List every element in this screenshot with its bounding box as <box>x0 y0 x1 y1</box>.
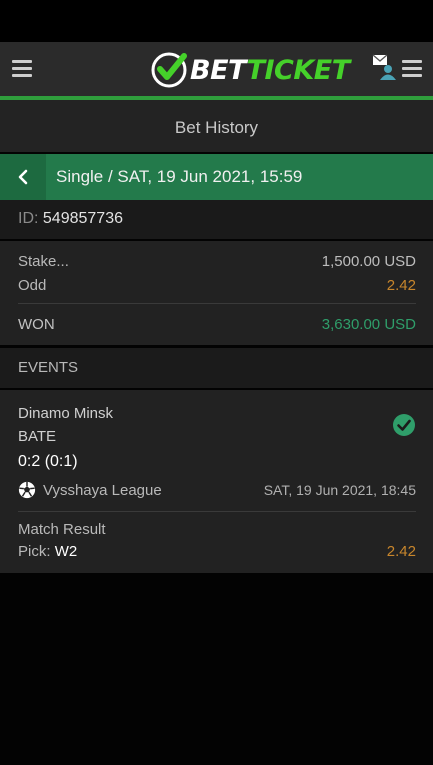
events-header-label: EVENTS <box>18 359 79 376</box>
stake-value: 1,500.00 USD <box>321 253 416 270</box>
logo-text: BETTICKET <box>190 54 350 86</box>
bet-type-date: Single / SAT, 19 Jun 2021, 15:59 <box>56 167 303 186</box>
result-label: WON <box>18 316 55 333</box>
stake-label: Stake... <box>18 253 69 270</box>
bet-id-label: ID: <box>18 210 39 227</box>
bet-summary: Stake... 1,500.00 USD Odd 2.42 WON 3,630… <box>0 241 433 345</box>
logo-check-icon <box>151 52 187 88</box>
event-divider <box>18 511 416 512</box>
odd-row: Odd 2.42 <box>18 277 416 294</box>
back-button[interactable] <box>0 154 46 200</box>
bet-header-bar: Single / SAT, 19 Jun 2021, 15:59 <box>0 154 433 200</box>
soccer-ball-icon <box>18 481 36 499</box>
event-away-team: BATE <box>18 428 57 445</box>
pick-label: Pick: <box>18 543 51 560</box>
brand-logo[interactable]: BETTICKET <box>150 50 350 90</box>
check-circle-icon <box>393 414 415 436</box>
stake-row: Stake... 1,500.00 USD <box>18 253 416 270</box>
app-header: BETTICKET <box>0 42 433 96</box>
bet-id-row: ID: 549857736 <box>0 200 433 239</box>
event-score: 0:2 (0:1) <box>18 453 78 470</box>
menu-right-icon[interactable] <box>402 60 422 78</box>
event-league: Vysshaya League <box>43 481 162 499</box>
odd-value: 2.42 <box>386 277 416 294</box>
pick-value: W2 <box>54 543 78 560</box>
result-value: 3,630.00 USD <box>321 316 416 333</box>
bet-id-value: 549857736 <box>42 210 123 227</box>
event-odd: 2.42 <box>386 543 416 560</box>
event-home-team: Dinamo Minsk <box>18 405 114 422</box>
summary-divider <box>18 303 416 304</box>
event-card: Dinamo Minsk BATE 0:2 (0:1) Vysshaya Lea… <box>0 390 433 573</box>
event-pick-row: Pick: W2 <box>18 543 77 560</box>
events-header: EVENTS <box>0 348 433 388</box>
inbox-user-icon[interactable] <box>372 54 398 87</box>
event-datetime: SAT, 19 Jun 2021, 18:45 <box>263 482 416 498</box>
event-league-row: Vysshaya League <box>18 481 162 499</box>
odd-label: Odd <box>18 277 47 294</box>
chevron-left-icon <box>18 169 28 185</box>
result-row: WON 3,630.00 USD <box>18 316 416 333</box>
page-title: Bet History <box>0 100 433 152</box>
menu-icon[interactable] <box>12 60 32 78</box>
event-market: Match Result <box>18 521 106 538</box>
status-bar-area <box>0 0 433 42</box>
